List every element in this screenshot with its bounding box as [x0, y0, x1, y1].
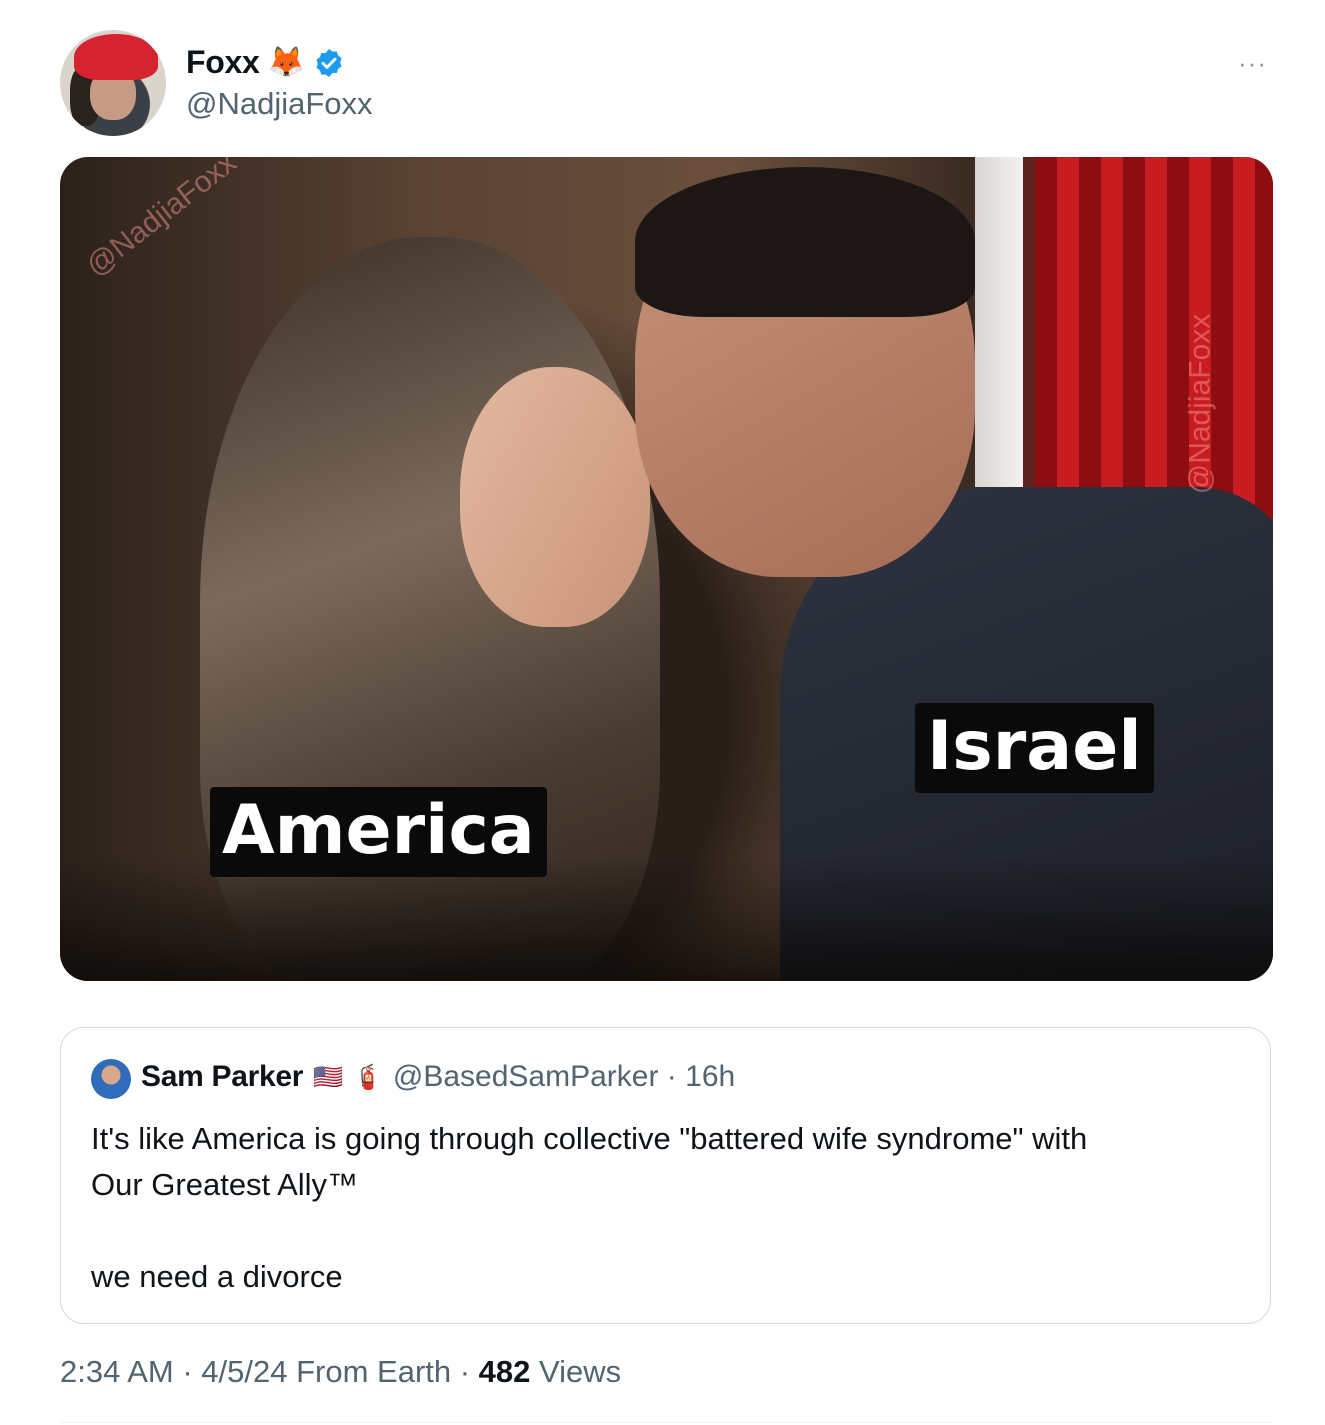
woman-face — [460, 367, 650, 627]
quoted-tweet-card[interactable]: Sam Parker 🇺🇸 🧯 @BasedSamParker · 16h It… — [60, 1027, 1271, 1324]
us-flag-icon: 🇺🇸 — [313, 1063, 344, 1091]
quoted-author-name[interactable]: Sam Parker — [141, 1060, 303, 1094]
man-hair — [635, 167, 975, 317]
quoted-handle-time[interactable]: @BasedSamParker · 16h — [393, 1060, 735, 1094]
fire-extinguisher-icon: 🧯 — [353, 1063, 383, 1091]
fox-emoji-icon: 🦊 — [267, 45, 305, 79]
more-options-icon[interactable]: ··· — [1238, 48, 1267, 79]
door-frame — [975, 157, 1023, 487]
quoted-author-avatar[interactable] — [91, 1059, 131, 1099]
author-avatar[interactable] — [60, 30, 166, 136]
quoted-tweet-header: Sam Parker 🇺🇸 🧯 @BasedSamParker · 16h — [141, 1060, 735, 1094]
verified-badge-icon — [316, 48, 342, 77]
author-name-row: Foxx 🦊 — [186, 44, 345, 81]
author-handle[interactable]: @NadjiaFoxx — [186, 86, 373, 122]
author-display-name[interactable]: Foxx — [186, 44, 260, 81]
quoted-tweet-text-2: we need a divorce — [91, 1259, 343, 1294]
avatar-cap — [74, 34, 158, 80]
divider — [60, 1422, 1273, 1423]
caption-israel: Israel — [915, 703, 1154, 793]
caption-america: America — [210, 787, 547, 877]
views-label: Views — [530, 1354, 622, 1389]
timestamp-link[interactable]: 2:34 AM · 4/5/24 From Earth · — [60, 1354, 479, 1389]
quoted-tweet-text: It's like America is going through colle… — [91, 1121, 1088, 1202]
watermark-diagonal: @NadjiaFoxx — [80, 157, 243, 284]
watermark-vertical: @NadjiaFoxx — [1183, 313, 1217, 495]
views-count: 482 — [478, 1354, 531, 1389]
tweet-media-image[interactable]: @NadjiaFoxx @NadjiaFoxx America Israel — [60, 157, 1273, 981]
tweet-meta: 2:34 AM · 4/5/24 From Earth · 482 Views — [60, 1354, 621, 1390]
